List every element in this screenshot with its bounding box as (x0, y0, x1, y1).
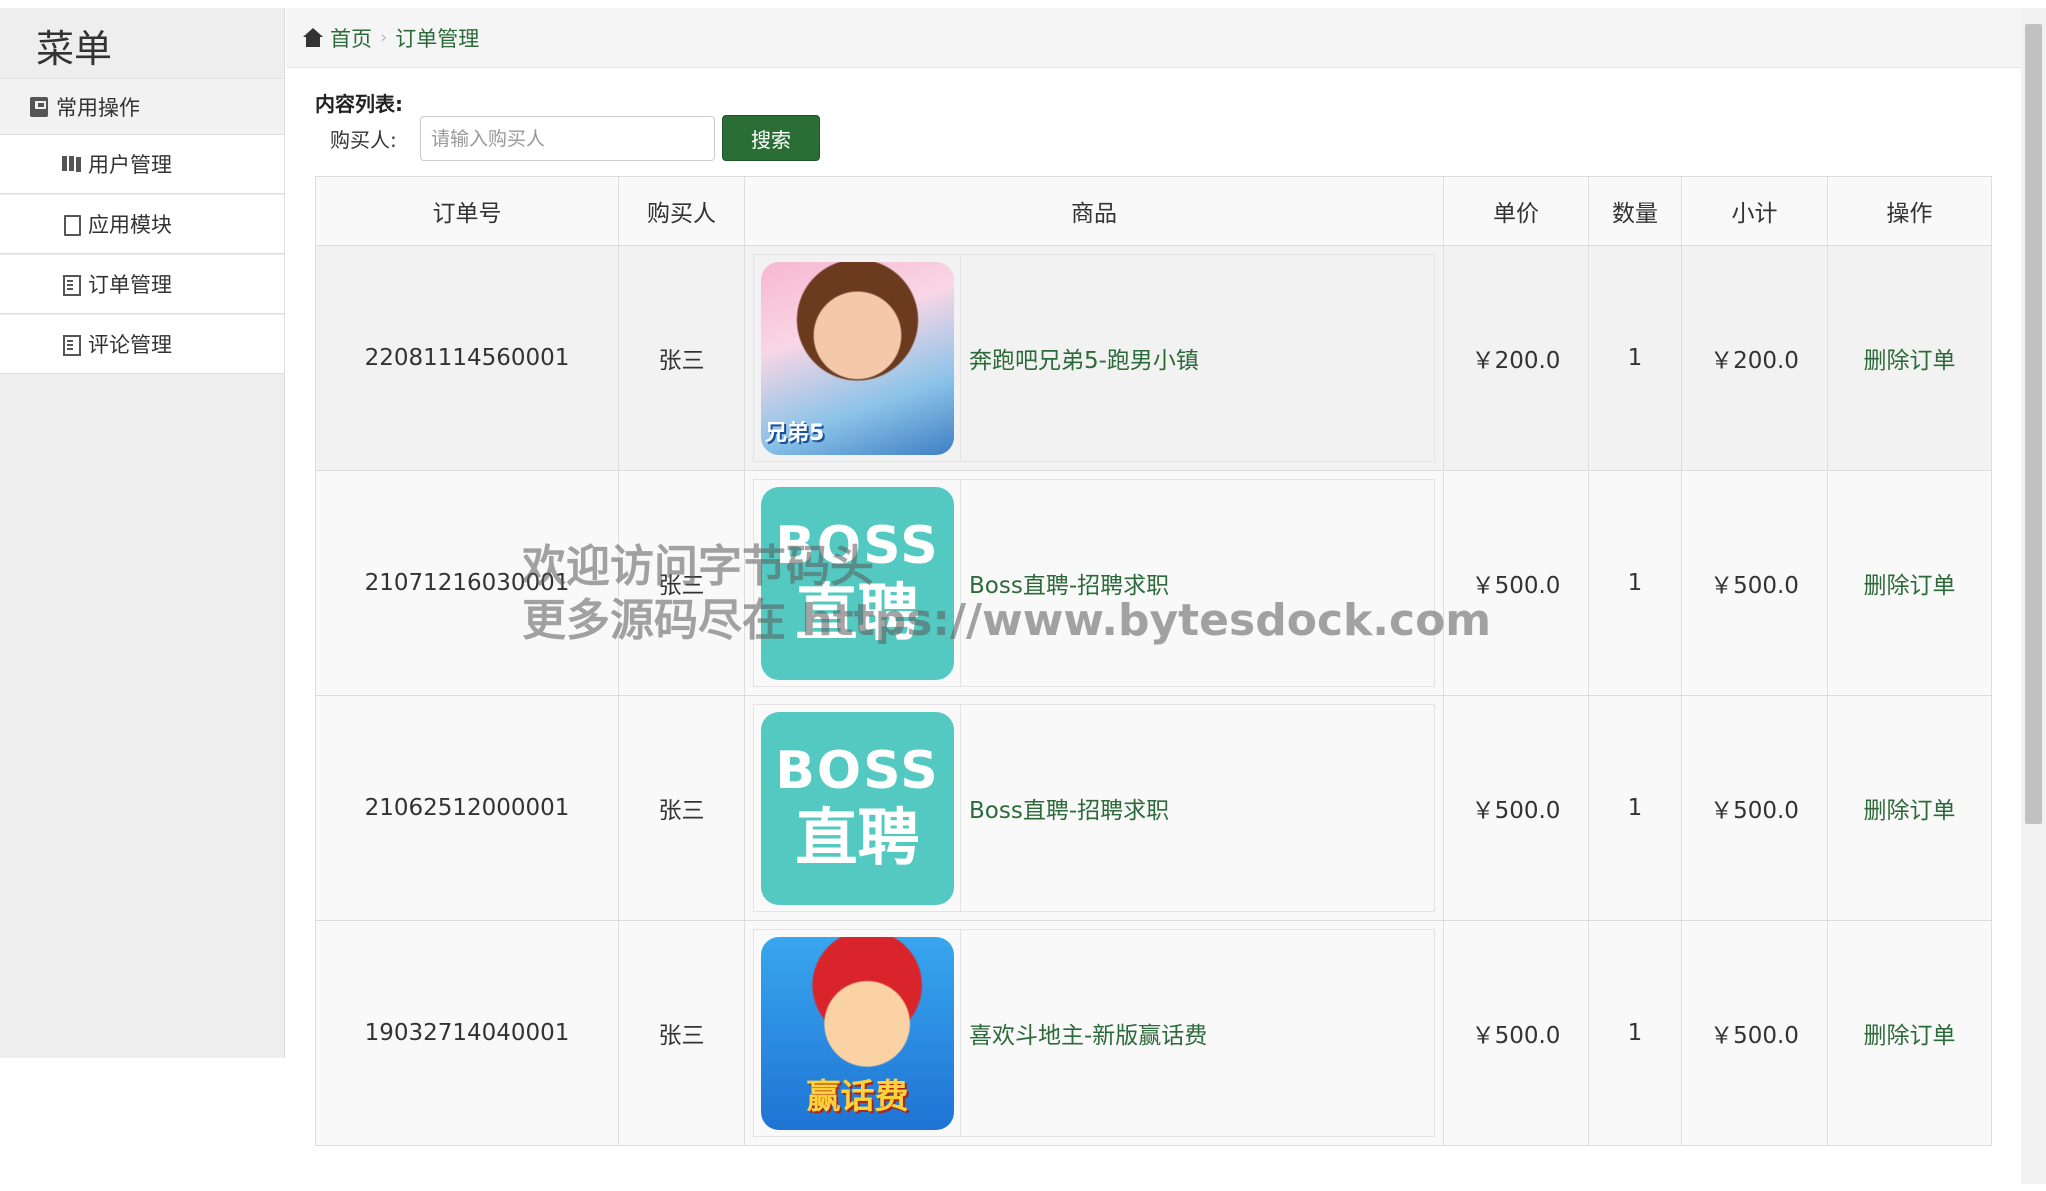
order-no-cell: 21071216030001 (315, 470, 619, 696)
product-image-boss-logo[interactable]: BOSS 直聘 (761, 711, 954, 905)
buyer-cell: 张三 (618, 470, 745, 696)
header-qty: 数量 (1588, 176, 1682, 246)
table-row: 22081114560001 张三 兄弟5 奔跑吧兄弟5-跑男小镇 ￥200.0… (315, 245, 1992, 471)
action-cell: 删除订单 (1827, 245, 1992, 471)
boss-logo-text: 直聘 (795, 576, 920, 649)
breadcrumb-current[interactable]: 订单管理 (395, 23, 479, 53)
bottom-edge (0, 1184, 2046, 1191)
books-icon (62, 154, 80, 174)
qty-cell: 1 (1588, 695, 1682, 921)
page-scrollbar[interactable] (2021, 8, 2046, 1191)
header-buyer: 购买人 (618, 176, 745, 246)
boss-logo-text: BOSS (775, 516, 940, 576)
buyer-search-input[interactable] (420, 116, 715, 161)
table-row: 21062512000001 张三 BOSS 直聘 Boss直聘-招聘求职 ￥5… (315, 695, 1992, 921)
header-subtotal: 小计 (1681, 176, 1828, 246)
table-header-row: 订单号 购买人 商品 单价 数量 小计 操作 (315, 176, 1992, 246)
price-cell: ￥200.0 (1443, 245, 1589, 471)
delete-order-link[interactable]: 删除订单 (1864, 348, 1956, 374)
buyer-cell: 张三 (618, 920, 745, 1146)
subtotal-cell: ￥500.0 (1681, 695, 1828, 921)
list-icon (62, 274, 81, 296)
delete-order-link[interactable]: 删除订单 (1864, 798, 1956, 824)
action-cell: 删除订单 (1827, 695, 1992, 921)
content-list-label: 内容列表: (315, 92, 403, 116)
delete-order-link[interactable]: 删除订单 (1864, 573, 1956, 599)
boss-logo-text: 直聘 (795, 801, 920, 874)
product-image-boss-logo[interactable]: BOSS 直聘 (761, 486, 954, 680)
qty-cell: 1 (1588, 920, 1682, 1146)
product-box: 兄弟5 奔跑吧兄弟5-跑男小镇 (753, 254, 1435, 462)
product-cell: BOSS 直聘 Boss直聘-招聘求职 (744, 470, 1444, 696)
qty-cell: 1 (1588, 470, 1682, 696)
product-cell: 兄弟5 奔跑吧兄弟5-跑男小镇 (744, 245, 1444, 471)
buyer-cell: 张三 (618, 695, 745, 921)
orders-table: 订单号 购买人 商品 单价 数量 小计 操作 22081114560001 张三… (315, 176, 1992, 1146)
action-cell: 删除订单 (1827, 920, 1992, 1146)
breadcrumb-separator: › (380, 27, 388, 48)
header-price: 单价 (1443, 176, 1589, 246)
top-strip (0, 0, 2046, 8)
image-caption: 赢话费 (806, 1076, 909, 1117)
product-cell: BOSS 直聘 Boss直聘-招聘求职 (744, 695, 1444, 921)
product-name-link[interactable]: 奔跑吧兄弟5-跑男小镇 (961, 341, 1199, 375)
product-box: BOSS 直聘 Boss直聘-招聘求职 (753, 704, 1435, 912)
scrollbar-thumb[interactable] (2025, 24, 2042, 824)
sidebar-item-orders[interactable]: 订单管理 (0, 255, 284, 314)
product-box: BOSS 直聘 Boss直聘-招聘求职 (753, 479, 1435, 687)
buyer-cell: 张三 (618, 245, 745, 471)
product-image-game-icon[interactable]: 赢话费 (761, 936, 954, 1130)
file-icon (62, 214, 81, 236)
menu-title: 菜单 (36, 27, 113, 71)
boss-logo-text: BOSS (775, 741, 940, 801)
sidebar-item-users[interactable]: 用户管理 (0, 135, 284, 194)
order-no-cell: 19032714040001 (315, 920, 619, 1146)
table-row: 19032714040001 张三 赢话费 喜欢斗地主-新版赢话费 ￥500.0… (315, 920, 1992, 1146)
buyer-label: 购买人: (330, 128, 397, 152)
product-name-link[interactable]: Boss直聘-招聘求职 (961, 566, 1169, 600)
header-action: 操作 (1827, 176, 1992, 246)
table-row: 21071216030001 张三 BOSS 直聘 Boss直聘-招聘求职 ￥5… (315, 470, 1992, 696)
order-no-cell: 21062512000001 (315, 695, 619, 921)
search-button[interactable]: 搜索 (722, 115, 820, 161)
sidebar-item-label: 应用模块 (88, 213, 172, 237)
delete-order-link[interactable]: 删除订单 (1864, 1023, 1956, 1049)
image-caption: 兄弟5 (765, 420, 825, 446)
sidebar-item-label: 用户管理 (88, 153, 172, 177)
sidebar-group-common[interactable]: 常用操作 (0, 78, 284, 135)
product-cell: 赢话费 喜欢斗地主-新版赢话费 (744, 920, 1444, 1146)
book-icon (30, 96, 48, 117)
header-order-no: 订单号 (315, 176, 619, 246)
qty-cell: 1 (1588, 245, 1682, 471)
price-cell: ￥500.0 (1443, 695, 1589, 921)
home-icon (302, 27, 324, 48)
breadcrumb-home-link[interactable]: 首页 (330, 23, 372, 53)
list-icon (62, 334, 81, 356)
product-box: 赢话费 喜欢斗地主-新版赢话费 (753, 929, 1435, 1137)
sidebar-item-label: 订单管理 (88, 273, 172, 297)
price-cell: ￥500.0 (1443, 920, 1589, 1146)
product-name-link[interactable]: Boss直聘-招聘求职 (961, 791, 1169, 825)
subtotal-cell: ￥200.0 (1681, 245, 1828, 471)
sidebar-group-label: 常用操作 (56, 95, 140, 120)
subtotal-cell: ￥500.0 (1681, 470, 1828, 696)
header-product: 商品 (744, 176, 1444, 246)
sidebar-item-modules[interactable]: 应用模块 (0, 195, 284, 254)
product-name-link[interactable]: 喜欢斗地主-新版赢话费 (961, 1016, 1207, 1050)
subtotal-cell: ￥500.0 (1681, 920, 1828, 1146)
price-cell: ￥500.0 (1443, 470, 1589, 696)
product-image-star-poster[interactable]: 兄弟5 (761, 261, 954, 455)
sidebar: 菜单 常用操作 用户管理 应用模块 订单管理 评论管理 (0, 8, 285, 1058)
action-cell: 删除订单 (1827, 470, 1992, 696)
sidebar-item-comments[interactable]: 评论管理 (0, 315, 284, 374)
sidebar-item-label: 评论管理 (88, 333, 172, 357)
order-no-cell: 22081114560001 (315, 245, 619, 471)
breadcrumb: 首页 › 订单管理 (286, 8, 2021, 68)
